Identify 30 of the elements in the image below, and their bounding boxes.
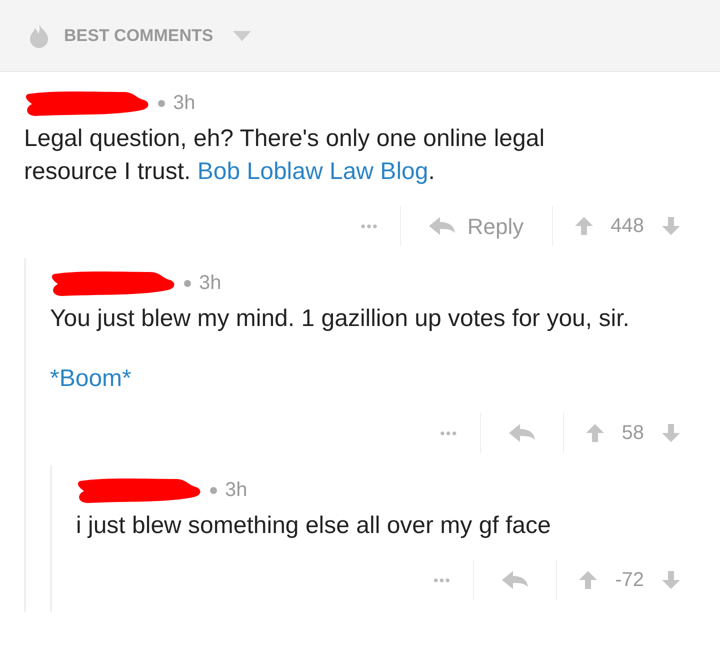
dot-icon <box>210 486 217 494</box>
dropdown-caret-icon <box>233 30 252 40</box>
comment-text: i just blew something else all over my gf face <box>76 511 552 541</box>
reply-icon <box>429 217 456 235</box>
upvote-icon[interactable] <box>574 217 593 235</box>
sort-bar[interactable]: BEST COMMENTS <box>0 0 720 72</box>
downvote-icon[interactable] <box>662 217 680 235</box>
reply-icon <box>508 424 535 442</box>
upvote-icon[interactable] <box>586 424 604 442</box>
more-button[interactable]: ••• <box>338 216 400 236</box>
vote-score: -72 <box>615 568 644 593</box>
reply-button[interactable]: Reply <box>401 210 552 242</box>
comment-text: Legal question, eh? There's only one online legal resource I trust. Bob Loblaw Law Blog. <box>24 124 546 187</box>
flame-icon <box>28 22 50 48</box>
dot-icon <box>184 280 191 286</box>
dot-icon <box>158 100 165 106</box>
comment-age: 3h <box>199 271 222 296</box>
reply-icon <box>502 571 528 589</box>
vote-score: 58 <box>622 421 644 446</box>
comment-age: 3h <box>173 91 196 116</box>
upvote-icon[interactable] <box>579 571 598 589</box>
link[interactable]: *Boom* <box>50 365 132 392</box>
downvote-icon[interactable] <box>662 424 680 442</box>
link[interactable]: Bob Loblaw Law Blog <box>197 158 428 185</box>
comment-text: You just blew my mind. 1 gazillion up votes for you, sir. <box>50 304 630 334</box>
more-button[interactable]: ••• <box>411 570 474 590</box>
comment-age: 3h <box>225 478 248 503</box>
more-button[interactable]: ••• <box>418 422 480 444</box>
downvote-icon[interactable] <box>662 571 680 589</box>
vote-score: 448 <box>610 214 644 239</box>
